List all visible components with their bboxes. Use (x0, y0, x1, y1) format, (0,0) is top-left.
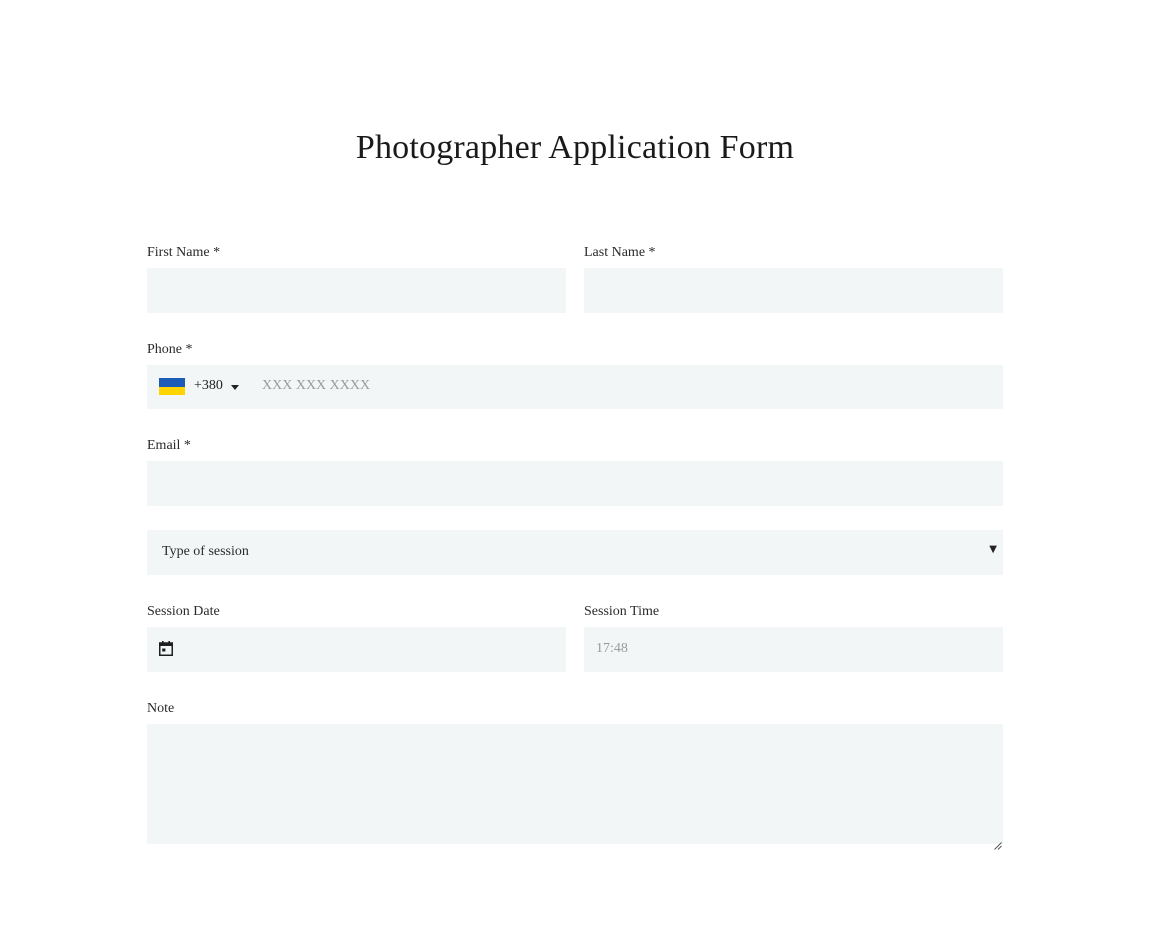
session-type-selected: Type of session (162, 544, 249, 559)
first-name-input[interactable] (147, 268, 566, 313)
chevron-down-icon (231, 385, 239, 390)
last-name-input[interactable] (584, 268, 1003, 313)
ukraine-flag-icon (159, 378, 185, 395)
session-time-label: Session Time (584, 604, 660, 619)
session-date-label: Session Date (147, 604, 220, 619)
phone-input[interactable]: XXX XXX XXXX (252, 365, 1003, 409)
session-time-input[interactable]: 17:48 (584, 627, 1003, 672)
phone-field: +380 XXX XXX XXXX (147, 365, 1003, 409)
dial-code: +380 (194, 378, 223, 393)
note-label: Note (147, 701, 175, 716)
resize-handle-icon[interactable] (994, 835, 1002, 850)
note-textarea[interactable] (147, 724, 1003, 850)
session-time-placeholder: 17:48 (596, 641, 628, 656)
page-title: Photographer Application Form (355, 128, 795, 166)
session-date-input[interactable] (147, 627, 566, 672)
email-input[interactable] (147, 461, 1003, 506)
phone-placeholder: XXX XXX XXXX (262, 378, 371, 393)
country-code-selector[interactable]: +380 (147, 365, 252, 409)
dropdown-arrow-icon: ▼ (989, 544, 997, 555)
phone-label: Phone * (147, 342, 193, 357)
first-name-label: First Name * (147, 245, 221, 260)
calendar-icon[interactable] (159, 641, 173, 656)
last-name-label: Last Name * (584, 245, 656, 260)
email-label: Email * (147, 438, 191, 453)
session-type-select[interactable]: Type of session ▼ (147, 530, 1003, 575)
